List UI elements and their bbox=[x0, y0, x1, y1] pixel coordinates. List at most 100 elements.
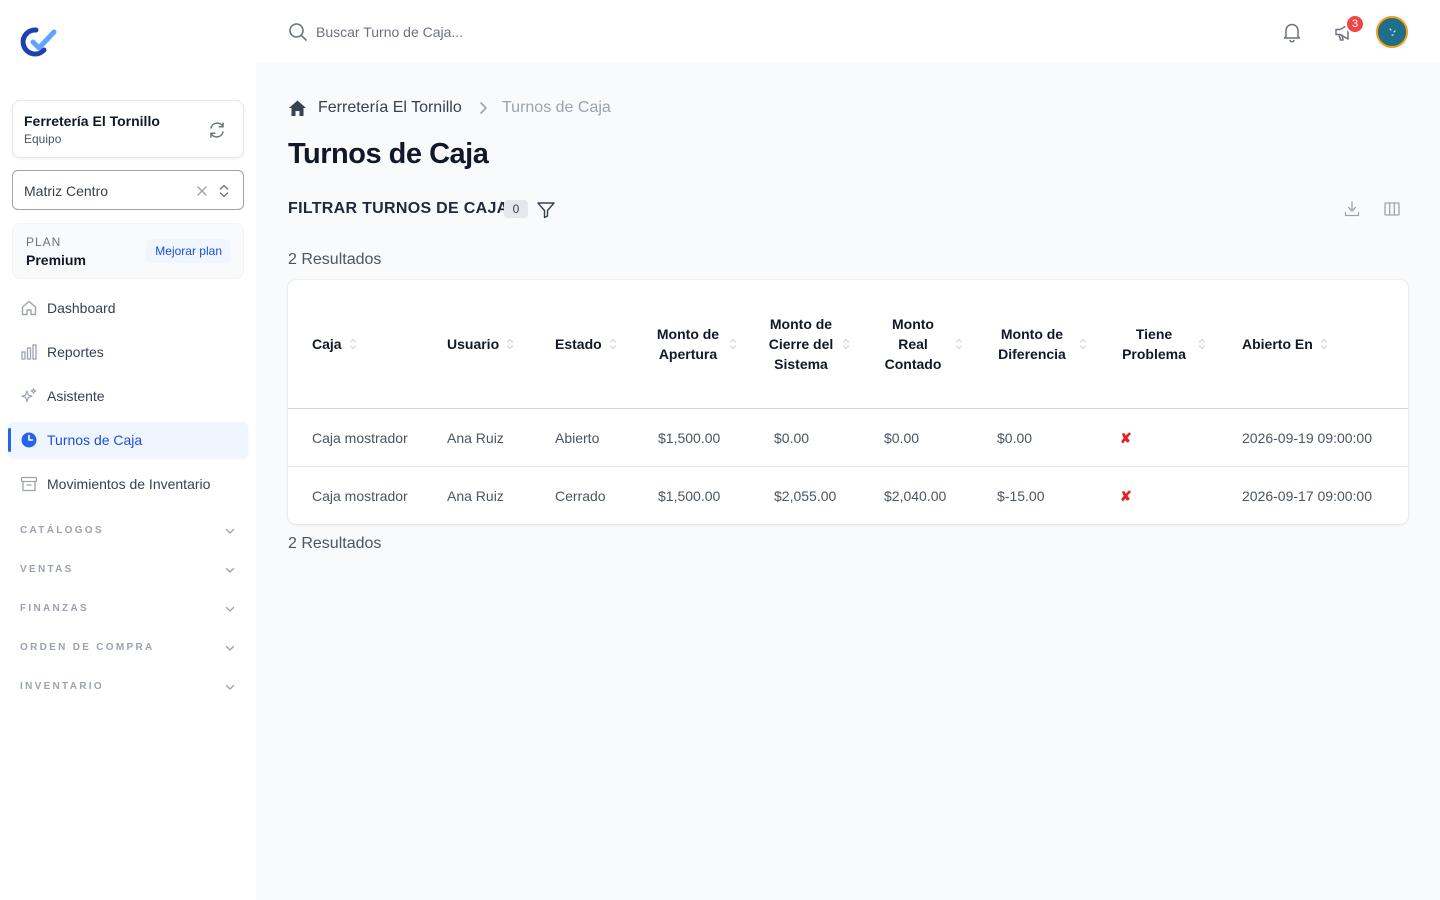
breadcrumb-item-team[interactable]: Ferretería El Tornillo bbox=[318, 99, 462, 117]
cell-monto-diferencia: $-15.00 bbox=[997, 488, 1045, 504]
column-header-label: Usuario bbox=[447, 336, 500, 352]
sort-icon bbox=[507, 338, 514, 350]
sidebar-item-turnos-de-caja[interactable]: Turnos de Caja bbox=[8, 422, 248, 458]
chevron-down-icon bbox=[225, 606, 235, 612]
app-logo-icon[interactable] bbox=[20, 26, 58, 58]
plan-name: Premium bbox=[26, 252, 86, 268]
sort-icon bbox=[1079, 338, 1087, 350]
chevron-down-icon bbox=[225, 684, 235, 690]
team-name: Ferretería El Tornillo bbox=[24, 113, 160, 129]
section-label: VENTAS bbox=[20, 564, 74, 575]
column-header-monto-cierre-sistema[interactable]: Monto de Cierre del Sistema bbox=[767, 280, 857, 408]
branch-select[interactable]: Matriz Centro bbox=[12, 170, 244, 210]
chevron-up-down-icon bbox=[219, 184, 229, 198]
cell-usuario: Ana Ruiz bbox=[447, 430, 504, 446]
sort-icon bbox=[609, 338, 616, 350]
avatar[interactable] bbox=[1376, 16, 1408, 48]
filter-title[interactable]: FILTRAR TURNOS DE CAJA bbox=[288, 200, 509, 218]
column-header-label: Abierto En bbox=[1242, 336, 1313, 352]
cell-monto-cierre-sistema: $0.00 bbox=[774, 430, 810, 446]
column-header-tiene-problema[interactable]: Tiene Problema bbox=[1117, 280, 1207, 408]
chevron-down-icon bbox=[225, 528, 235, 534]
sidebar-item-movimientos-de-inventario[interactable]: Movimientos de Inventario bbox=[8, 466, 248, 502]
column-header-usuario[interactable]: Usuario bbox=[447, 280, 537, 408]
column-header-label: Estado bbox=[555, 336, 602, 352]
chevron-down-icon bbox=[225, 645, 235, 651]
team-subtitle: Equipo bbox=[24, 132, 62, 146]
search-input[interactable] bbox=[316, 18, 716, 46]
cell-monto-diferencia: $0.00 bbox=[997, 430, 1033, 446]
cash-shifts-table: Caja Usuario Estado Monto de Apertura Mo… bbox=[288, 280, 1408, 524]
column-header-label: Monto Real Contado bbox=[884, 316, 942, 372]
sidebar-item-label: Movimientos de Inventario bbox=[47, 476, 211, 492]
column-header-estado[interactable]: Estado bbox=[555, 280, 645, 408]
sidebar-item-label: Asistente bbox=[47, 388, 105, 404]
sidebar-item-label: Dashboard bbox=[47, 300, 116, 316]
column-header-label: Monto de Cierre del Sistema bbox=[768, 316, 834, 372]
sidebar-item-reportes[interactable]: Reportes bbox=[8, 334, 248, 370]
columns-icon[interactable] bbox=[1383, 200, 1401, 218]
clear-icon[interactable] bbox=[195, 184, 209, 198]
cell-caja: Caja mostrador bbox=[312, 488, 408, 504]
branch-select-value: Matriz Centro bbox=[24, 183, 109, 199]
section-label: ORDEN DE COMPRA bbox=[20, 642, 155, 653]
sparkles-icon bbox=[21, 387, 37, 403]
top-bar: 3 bbox=[256, 0, 1440, 63]
column-header-label: Caja bbox=[312, 336, 342, 352]
sidebar-section-finanzas[interactable]: FINANZAS bbox=[20, 601, 236, 617]
sidebar-section-inventario[interactable]: INVENTARIO bbox=[20, 679, 236, 695]
plan-card: PLAN Premium Mejorar plan bbox=[12, 223, 244, 279]
sort-icon bbox=[955, 338, 963, 350]
column-header-label: Monto de Apertura bbox=[656, 326, 720, 362]
sort-icon bbox=[1198, 338, 1206, 350]
cell-usuario: Ana Ruiz bbox=[447, 488, 504, 504]
cell-abierto-en: 2026-09-17 09:00:00 bbox=[1242, 488, 1372, 504]
column-header-monto-apertura[interactable]: Monto de Apertura bbox=[654, 280, 744, 408]
section-label: CATÁLOGOS bbox=[20, 525, 104, 536]
results-count-top: 2 Resultados bbox=[288, 251, 382, 268]
sort-icon bbox=[842, 338, 850, 350]
cell-monto-apertura: $1,500.00 bbox=[658, 430, 721, 446]
bell-icon[interactable] bbox=[1280, 20, 1304, 44]
cell-caja: Caja mostrador bbox=[312, 430, 408, 446]
sort-icon bbox=[729, 338, 737, 350]
cell-monto-real-contado: $2,040.00 bbox=[884, 488, 947, 504]
sort-icon bbox=[1320, 338, 1327, 350]
sidebar-section-orden-de-compra[interactable]: ORDEN DE COMPRA bbox=[20, 640, 236, 656]
cell-estado: Cerrado bbox=[555, 488, 606, 504]
chevron-right-icon bbox=[480, 102, 487, 114]
cell-monto-real-contado: $0.00 bbox=[884, 430, 920, 446]
column-header-abierto-en[interactable]: Abierto En bbox=[1242, 280, 1382, 408]
table-header-divider bbox=[288, 408, 1408, 409]
column-header-caja[interactable]: Caja bbox=[312, 280, 412, 408]
sidebar-section-ventas[interactable]: VENTAS bbox=[20, 562, 236, 578]
x-mark-icon: ✘ bbox=[1120, 430, 1132, 446]
chevron-down-icon bbox=[225, 567, 235, 573]
sidebar-item-label: Reportes bbox=[47, 344, 104, 360]
download-icon[interactable] bbox=[1343, 200, 1361, 218]
section-label: INVENTARIO bbox=[20, 681, 104, 692]
column-header-label: Tiene Problema bbox=[1122, 326, 1186, 362]
refresh-icon[interactable] bbox=[207, 120, 227, 140]
bar-chart-icon bbox=[21, 344, 37, 360]
section-label: FINANZAS bbox=[20, 603, 89, 614]
sidebar-item-asistente[interactable]: Asistente bbox=[8, 378, 248, 414]
sidebar-item-dashboard[interactable]: Dashboard bbox=[8, 290, 248, 326]
cell-estado: Abierto bbox=[555, 430, 600, 446]
filter-icon[interactable] bbox=[536, 200, 556, 220]
table-row-divider bbox=[288, 466, 1408, 467]
notification-badge: 3 bbox=[1345, 14, 1365, 34]
sidebar-item-label: Turnos de Caja bbox=[47, 432, 143, 448]
column-header-label: Monto de Diferencia bbox=[998, 326, 1066, 362]
column-header-monto-real-contado[interactable]: Monto Real Contado bbox=[878, 280, 968, 408]
column-header-monto-diferencia[interactable]: Monto de Diferencia bbox=[992, 280, 1092, 408]
sidebar-section-catalogos[interactable]: CATÁLOGOS bbox=[20, 523, 236, 539]
sort-icon bbox=[349, 338, 356, 350]
plan-label: PLAN bbox=[26, 235, 62, 249]
upgrade-plan-button[interactable]: Mejorar plan bbox=[146, 239, 231, 263]
clock-icon bbox=[21, 432, 37, 448]
home-icon[interactable] bbox=[288, 99, 307, 117]
sidebar: Ferretería El Tornillo Equipo Matriz Cen… bbox=[0, 0, 256, 900]
breadcrumb-item-current: Turnos de Caja bbox=[502, 99, 611, 116]
team-switcher[interactable]: Ferretería El Tornillo Equipo bbox=[12, 100, 244, 158]
